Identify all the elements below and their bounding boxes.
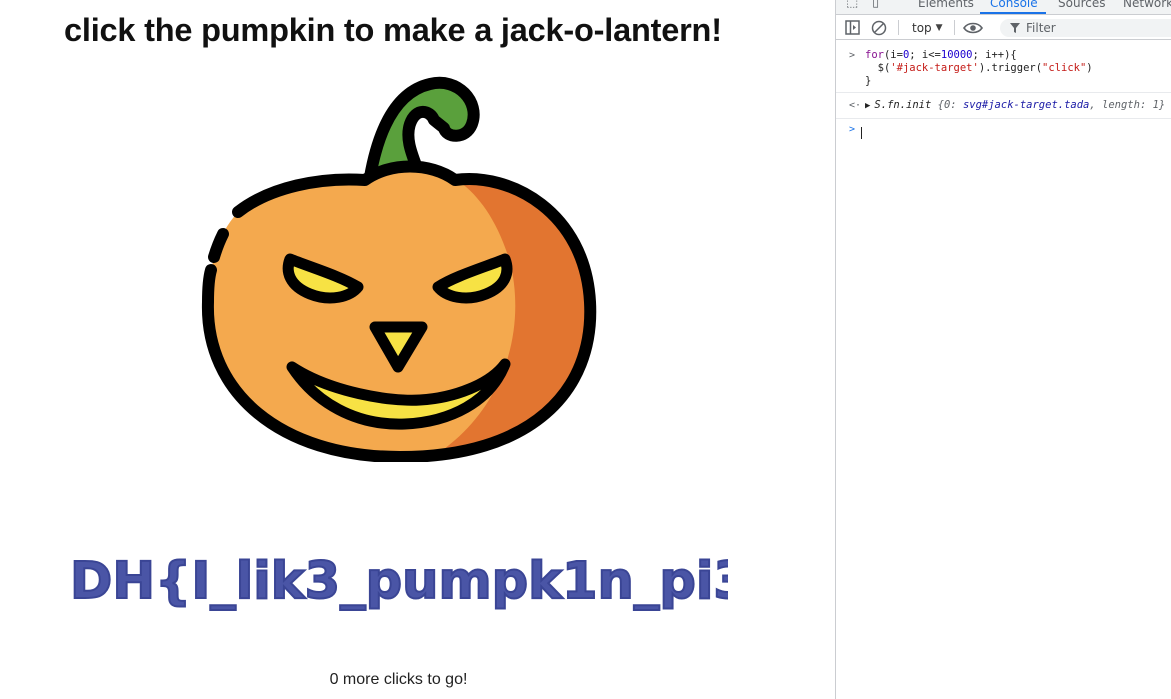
console-result-entry[interactable]: <· ▶ S.fn.init {0: svg#jack-target.tada, …: [836, 93, 1171, 119]
expand-triangle-icon[interactable]: ▶: [865, 101, 870, 111]
console-toolbar: top ▼: [836, 15, 1171, 40]
flag-value: DH{I_lik3_pumpk1n_pi3}: [70, 552, 728, 611]
devtools-panel: ⬚ ▯ Elements Console Sources Network top…: [835, 0, 1171, 699]
console-input-line-2: $('#jack-target').trigger("click"): [865, 62, 1093, 74]
tab-elements[interactable]: Elements: [918, 0, 974, 10]
context-selector[interactable]: top ▼: [912, 21, 943, 35]
filter-input[interactable]: [1026, 21, 1156, 35]
web-page: click the pumpkin to make a jack-o-lante…: [0, 0, 835, 699]
toolbar-divider: [898, 20, 899, 35]
toolbar-divider: [954, 20, 955, 35]
tab-console[interactable]: Console: [990, 0, 1038, 10]
flag-text: DH{I_lik3_pumpk1n_pi3}: [69, 551, 728, 612]
clicks-remaining: 0 more clicks to go!: [329, 671, 468, 688]
devtools-tab-bar: ⬚ ▯ Elements Console Sources Network: [836, 0, 1171, 15]
prompt-chevron-icon: >: [849, 124, 856, 135]
input-chevron-icon: >: [849, 50, 856, 61]
inspect-element-icon[interactable]: ⬚: [846, 0, 858, 10]
tab-network[interactable]: Network: [1123, 0, 1171, 10]
caret-down-icon: ▼: [935, 23, 943, 33]
page-heading: click the pumpkin to make a jack-o-lante…: [64, 12, 722, 48]
console-input-line-1: for(i=0; i<=10000; i++){: [865, 49, 1017, 61]
console-log: > for(i=0; i<=10000; i++){ $('#jack-targ…: [836, 41, 1171, 149]
console-input-entry: > for(i=0; i<=10000; i++){ $('#jack-targ…: [836, 41, 1171, 93]
clear-console-icon[interactable]: [870, 19, 888, 36]
console-result-value[interactable]: ▶ S.fn.init {0: svg#jack-target.tada, len…: [865, 100, 1165, 112]
pumpkin-image[interactable]: [190, 62, 610, 462]
filter-box[interactable]: [1000, 19, 1171, 37]
device-toolbar-icon[interactable]: ▯: [872, 0, 879, 10]
tab-sources[interactable]: Sources: [1058, 0, 1105, 10]
result-arrow-icon: <·: [849, 100, 862, 111]
sidebar-toggle-icon[interactable]: [844, 19, 860, 36]
context-selector-value: top: [912, 21, 932, 35]
text-cursor: [861, 127, 862, 139]
console-prompt[interactable]: >: [836, 119, 1171, 149]
live-expression-eye-icon[interactable]: [962, 19, 984, 36]
console-input-line-3: }: [865, 75, 872, 87]
filter-funnel-icon: [1010, 23, 1020, 33]
active-tab-indicator: [980, 12, 1046, 14]
